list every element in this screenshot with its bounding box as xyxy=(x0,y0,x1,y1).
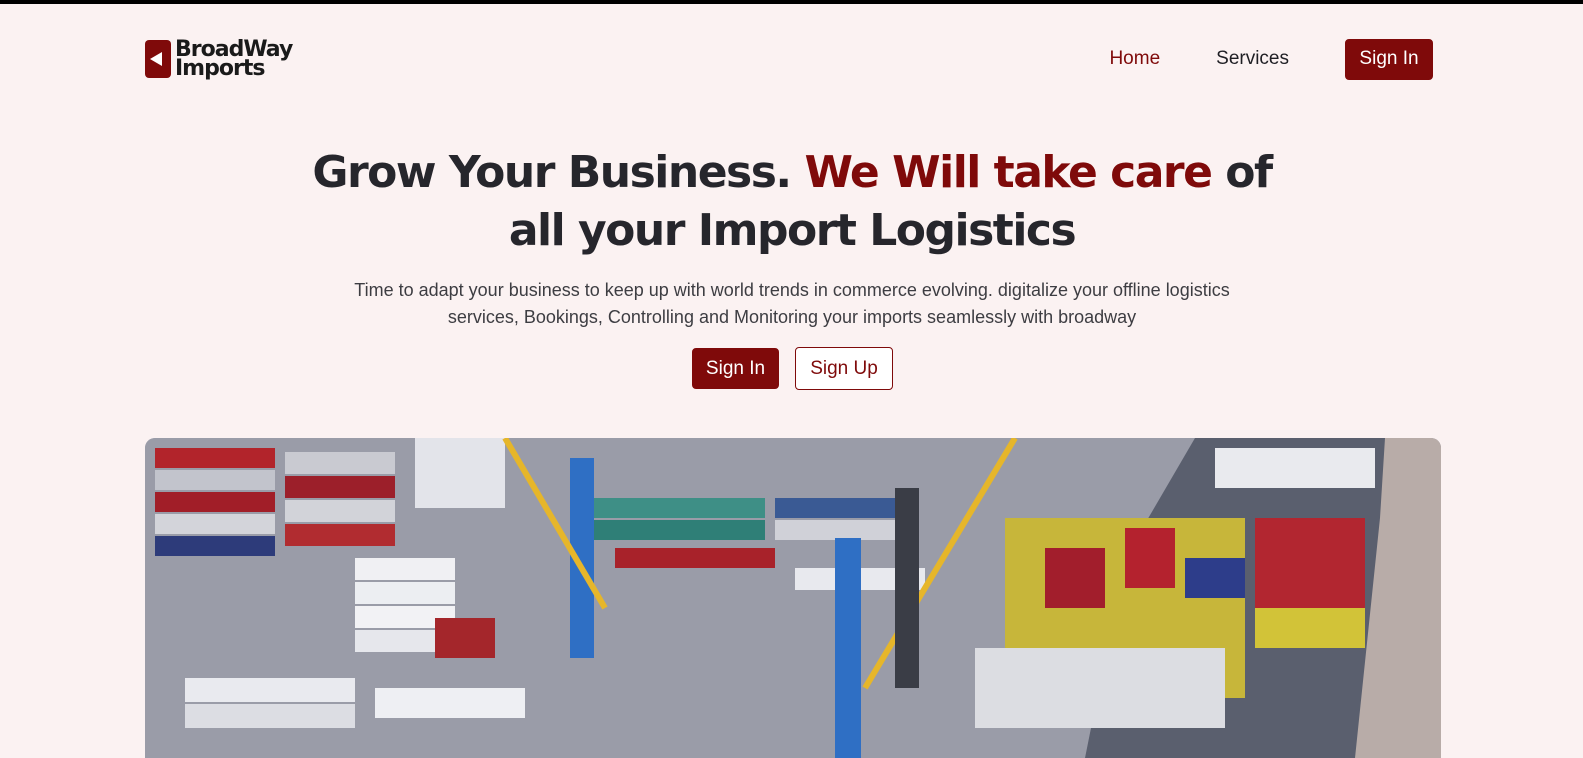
nav-menu: Home Services Sign In xyxy=(1109,38,1433,80)
hero-title-accent: We Will take care xyxy=(804,147,1213,198)
arrow-left-logo-icon xyxy=(150,52,162,66)
hero-signup-button[interactable]: Sign Up xyxy=(795,347,893,390)
brand-logo[interactable]: BroadWay Imports xyxy=(145,39,293,80)
hero-title: Grow Your Business. We Will take care of… xyxy=(292,144,1292,260)
hero-signin-button[interactable]: Sign In xyxy=(692,348,779,389)
nav-link-home[interactable]: Home xyxy=(1109,48,1160,70)
hero-title-part-1: Grow Your Business. xyxy=(312,147,805,198)
nav-signin-button[interactable]: Sign In xyxy=(1345,38,1433,80)
brand-name: BroadWay Imports xyxy=(175,39,293,80)
port-illustration xyxy=(145,438,1441,758)
hero-image-port-containers xyxy=(145,438,1441,758)
top-border xyxy=(0,0,1583,4)
hero-subtitle: Time to adapt your business to keep up w… xyxy=(354,280,1230,327)
navbar: BroadWay Imports Home Services Sign In xyxy=(145,36,1433,82)
hero-actions: Sign In Sign Up xyxy=(692,347,893,390)
logo-arrow-icon xyxy=(145,40,171,78)
nav-link-services[interactable]: Services xyxy=(1216,48,1289,70)
